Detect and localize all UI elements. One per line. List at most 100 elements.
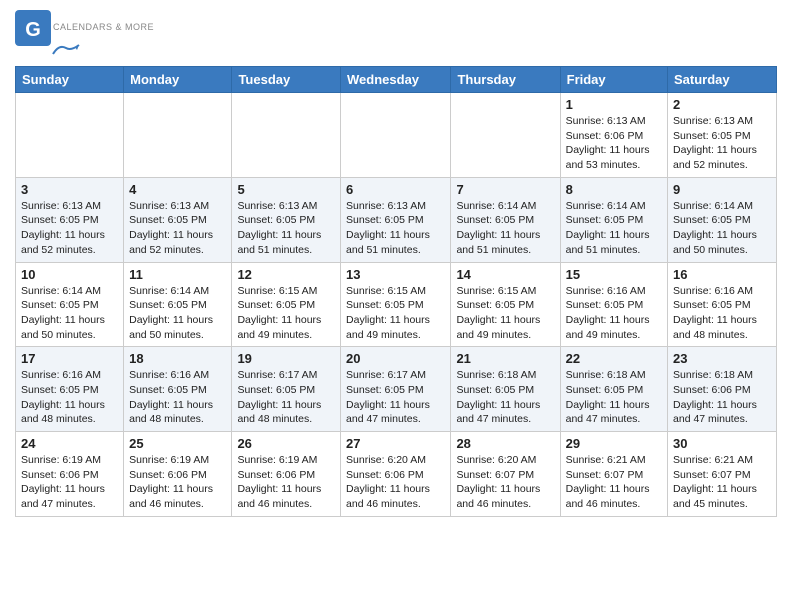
day-info: Sunrise: 6:14 AM Sunset: 6:05 PM Dayligh… <box>456 199 554 258</box>
day-number: 21 <box>456 351 554 366</box>
calendar-day-header: Sunday <box>16 67 124 93</box>
calendar-week-row: 3 Sunrise: 6:13 AM Sunset: 6:05 PM Daylig… <box>16 177 777 262</box>
calendar-cell: 2Sunrise: 6:13 AM Sunset: 6:05 PM Daylig… <box>668 93 777 178</box>
day-info: Sunrise: 6:14 AM Sunset: 6:05 PM Dayligh… <box>673 199 771 258</box>
calendar-cell: 19Sunrise: 6:17 AM Sunset: 6:05 PM Dayli… <box>232 347 341 432</box>
calendar-cell: 22 Sunrise: 6:18 AM Sunset: 6:05 PM Dayli… <box>560 347 667 432</box>
day-number: 20 <box>346 351 445 366</box>
day-number: 1 <box>566 97 662 112</box>
calendar-cell <box>16 93 124 178</box>
calendar-cell: 18 Sunrise: 6:16 AM Sunset: 6:05 PM Dayli… <box>124 347 232 432</box>
day-info: Sunrise: 6:19 AM Sunset: 6:06 PM Dayligh… <box>21 453 118 512</box>
day-number: 12 <box>237 267 335 282</box>
day-number: 18 <box>129 351 226 366</box>
calendar-cell: 29 Sunrise: 6:21 AM Sunset: 6:07 PM Dayli… <box>560 432 667 517</box>
day-info: Sunrise: 6:16 AM Sunset: 6:05 PM Dayligh… <box>129 368 226 427</box>
day-number: 15 <box>566 267 662 282</box>
day-number: 8 <box>566 182 662 197</box>
calendar-cell: 21 Sunrise: 6:18 AM Sunset: 6:05 PM Dayli… <box>451 347 560 432</box>
bird-icon <box>51 42 81 58</box>
header: G CALENDARS & MORE <box>15 10 777 58</box>
calendar-cell: 27 Sunrise: 6:20 AM Sunset: 6:06 PM Dayli… <box>341 432 451 517</box>
calendar-cell: 12 Sunrise: 6:15 AM Sunset: 6:05 PM Dayli… <box>232 262 341 347</box>
day-info: Sunrise: 6:13 AM Sunset: 6:05 PM Dayligh… <box>21 199 118 258</box>
day-info: Sunrise: 6:19 AM Sunset: 6:06 PM Dayligh… <box>237 453 335 512</box>
day-number: 14 <box>456 267 554 282</box>
calendar-cell: 13 Sunrise: 6:15 AM Sunset: 6:05 PM Dayli… <box>341 262 451 347</box>
calendar-table: SundayMondayTuesdayWednesdayThursdayFrid… <box>15 66 777 517</box>
day-info: Sunrise: 6:17 AM Sunset: 6:05 PM Dayligh… <box>346 368 445 427</box>
day-number: 26 <box>237 436 335 451</box>
day-number: 10 <box>21 267 118 282</box>
calendar-header-row: SundayMondayTuesdayWednesdayThursdayFrid… <box>16 67 777 93</box>
svg-text:G: G <box>25 19 41 41</box>
day-info: Sunrise: 6:17 AM Sunset: 6:05 PM Dayligh… <box>237 368 335 427</box>
day-info: Sunrise: 6:20 AM Sunset: 6:07 PM Dayligh… <box>456 453 554 512</box>
day-number: 22 <box>566 351 662 366</box>
day-number: 11 <box>129 267 226 282</box>
day-number: 5 <box>237 182 335 197</box>
calendar-cell: 28 Sunrise: 6:20 AM Sunset: 6:07 PM Dayli… <box>451 432 560 517</box>
calendar-week-row: 17Sunrise: 6:16 AM Sunset: 6:05 PM Dayli… <box>16 347 777 432</box>
calendar-week-row: 10 Sunrise: 6:14 AM Sunset: 6:05 PM Dayli… <box>16 262 777 347</box>
day-number: 3 <box>21 182 118 197</box>
day-number: 9 <box>673 182 771 197</box>
calendar-cell: 1Sunrise: 6:13 AM Sunset: 6:06 PM Daylig… <box>560 93 667 178</box>
calendar-day-header: Monday <box>124 67 232 93</box>
day-number: 29 <box>566 436 662 451</box>
day-number: 16 <box>673 267 771 282</box>
day-info: Sunrise: 6:16 AM Sunset: 6:05 PM Dayligh… <box>673 284 771 343</box>
calendar-day-header: Thursday <box>451 67 560 93</box>
calendar-cell: 10 Sunrise: 6:14 AM Sunset: 6:05 PM Dayli… <box>16 262 124 347</box>
calendar-cell: 15 Sunrise: 6:16 AM Sunset: 6:05 PM Dayli… <box>560 262 667 347</box>
day-info: Sunrise: 6:18 AM Sunset: 6:05 PM Dayligh… <box>566 368 662 427</box>
day-info: Sunrise: 6:20 AM Sunset: 6:06 PM Dayligh… <box>346 453 445 512</box>
day-info: Sunrise: 6:16 AM Sunset: 6:05 PM Dayligh… <box>566 284 662 343</box>
calendar-cell: 30 Sunrise: 6:21 AM Sunset: 6:07 PM Dayli… <box>668 432 777 517</box>
day-info: Sunrise: 6:21 AM Sunset: 6:07 PM Dayligh… <box>673 453 771 512</box>
day-number: 13 <box>346 267 445 282</box>
day-info: Sunrise: 6:21 AM Sunset: 6:07 PM Dayligh… <box>566 453 662 512</box>
calendar-cell: 8 Sunrise: 6:14 AM Sunset: 6:05 PM Daylig… <box>560 177 667 262</box>
day-info: Sunrise: 6:13 AM Sunset: 6:05 PM Dayligh… <box>129 199 226 258</box>
day-info: Sunrise: 6:15 AM Sunset: 6:05 PM Dayligh… <box>346 284 445 343</box>
calendar-week-row: 24Sunrise: 6:19 AM Sunset: 6:06 PM Dayli… <box>16 432 777 517</box>
calendar-cell: 24Sunrise: 6:19 AM Sunset: 6:06 PM Dayli… <box>16 432 124 517</box>
calendar-cell <box>232 93 341 178</box>
day-number: 28 <box>456 436 554 451</box>
day-info: Sunrise: 6:13 AM Sunset: 6:05 PM Dayligh… <box>673 114 771 173</box>
day-info: Sunrise: 6:15 AM Sunset: 6:05 PM Dayligh… <box>456 284 554 343</box>
day-info: Sunrise: 6:18 AM Sunset: 6:06 PM Dayligh… <box>673 368 771 427</box>
calendar-cell <box>124 93 232 178</box>
day-number: 7 <box>456 182 554 197</box>
day-info: Sunrise: 6:15 AM Sunset: 6:05 PM Dayligh… <box>237 284 335 343</box>
calendar-cell: 23Sunrise: 6:18 AM Sunset: 6:06 PM Dayli… <box>668 347 777 432</box>
calendar-cell: 26 Sunrise: 6:19 AM Sunset: 6:06 PM Dayli… <box>232 432 341 517</box>
day-info: Sunrise: 6:14 AM Sunset: 6:05 PM Dayligh… <box>129 284 226 343</box>
day-number: 27 <box>346 436 445 451</box>
calendar-cell: 9 Sunrise: 6:14 AM Sunset: 6:05 PM Daylig… <box>668 177 777 262</box>
calendar-cell: 3 Sunrise: 6:13 AM Sunset: 6:05 PM Daylig… <box>16 177 124 262</box>
day-info: Sunrise: 6:14 AM Sunset: 6:05 PM Dayligh… <box>21 284 118 343</box>
logo-icon: G <box>15 10 51 46</box>
day-info: Sunrise: 6:14 AM Sunset: 6:05 PM Dayligh… <box>566 199 662 258</box>
calendar-cell: 6 Sunrise: 6:13 AM Sunset: 6:05 PM Daylig… <box>341 177 451 262</box>
day-info: Sunrise: 6:13 AM Sunset: 6:05 PM Dayligh… <box>346 199 445 258</box>
day-info: Sunrise: 6:18 AM Sunset: 6:05 PM Dayligh… <box>456 368 554 427</box>
day-info: Sunrise: 6:16 AM Sunset: 6:05 PM Dayligh… <box>21 368 118 427</box>
calendar-cell: 20 Sunrise: 6:17 AM Sunset: 6:05 PM Dayli… <box>341 347 451 432</box>
day-number: 6 <box>346 182 445 197</box>
calendar-cell <box>451 93 560 178</box>
day-number: 30 <box>673 436 771 451</box>
calendar-cell: 7 Sunrise: 6:14 AM Sunset: 6:05 PM Daylig… <box>451 177 560 262</box>
calendar-day-header: Tuesday <box>232 67 341 93</box>
calendar-day-header: Wednesday <box>341 67 451 93</box>
calendar-cell: 16 Sunrise: 6:16 AM Sunset: 6:05 PM Dayli… <box>668 262 777 347</box>
calendar-cell: 4Sunrise: 6:13 AM Sunset: 6:05 PM Daylig… <box>124 177 232 262</box>
day-info: Sunrise: 6:19 AM Sunset: 6:06 PM Dayligh… <box>129 453 226 512</box>
logo-tagline: CALENDARS & MORE <box>53 22 154 32</box>
calendar-cell: 17Sunrise: 6:16 AM Sunset: 6:05 PM Dayli… <box>16 347 124 432</box>
day-number: 25 <box>129 436 226 451</box>
calendar-cell <box>341 93 451 178</box>
calendar-week-row: 1Sunrise: 6:13 AM Sunset: 6:06 PM Daylig… <box>16 93 777 178</box>
